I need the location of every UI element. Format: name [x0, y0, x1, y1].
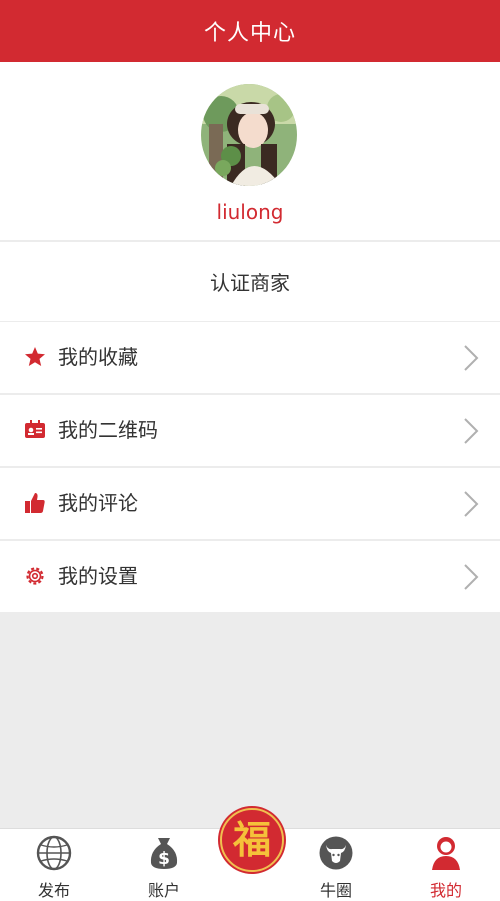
avatar-photo	[201, 84, 297, 186]
menu-item-favorites[interactable]: 我的收藏	[0, 322, 500, 395]
verify-merchant-label: 认证商家	[210, 271, 290, 295]
menu-item-label: 我的评论	[58, 491, 138, 515]
bull-icon	[319, 836, 353, 870]
menu-list: 我的收藏 我的二维码 我的评论 我的设置	[0, 322, 500, 614]
profile-section: liulong	[0, 62, 500, 240]
page-title: 个人中心	[203, 21, 296, 46]
menu-item-label: 我的收藏	[58, 345, 138, 369]
header-bar: 个人中心	[0, 0, 500, 62]
chevron-right-icon	[464, 418, 479, 444]
tab-label: 我的	[429, 881, 462, 900]
menu-item-settings[interactable]: 我的设置	[0, 541, 500, 614]
tab-label: 牛圈	[319, 881, 352, 900]
avatar[interactable]	[201, 84, 297, 186]
user-icon	[432, 837, 460, 870]
money-bag-icon: $	[150, 838, 178, 869]
verify-merchant-button[interactable]: 认证商家	[0, 241, 500, 321]
gear-icon	[26, 567, 44, 585]
tab-label: 账户	[147, 881, 180, 900]
id-card-icon	[25, 420, 45, 438]
chevron-right-icon	[464, 491, 479, 517]
tab-publish[interactable]: 发布	[0, 829, 100, 901]
svg-text:$: $	[158, 849, 170, 869]
chevron-right-icon	[464, 564, 479, 590]
thumbs-up-icon	[25, 493, 45, 513]
tab-mine[interactable]: 我的	[392, 829, 492, 901]
menu-item-comments[interactable]: 我的评论	[0, 468, 500, 541]
tab-circle[interactable]: 牛圈	[282, 829, 382, 901]
chevron-right-icon	[464, 345, 479, 371]
fu-center-button[interactable]: 福	[220, 808, 284, 872]
menu-item-label: 我的二维码	[58, 418, 158, 442]
globe-icon	[36, 835, 72, 871]
star-icon	[25, 347, 45, 366]
username: liulong	[216, 200, 284, 224]
tab-account[interactable]: $ 账户	[110, 829, 210, 901]
tab-label: 发布	[37, 881, 70, 900]
fu-glyph: 福	[232, 817, 271, 862]
menu-item-qrcode[interactable]: 我的二维码	[0, 395, 500, 468]
menu-item-label: 我的设置	[58, 564, 138, 588]
